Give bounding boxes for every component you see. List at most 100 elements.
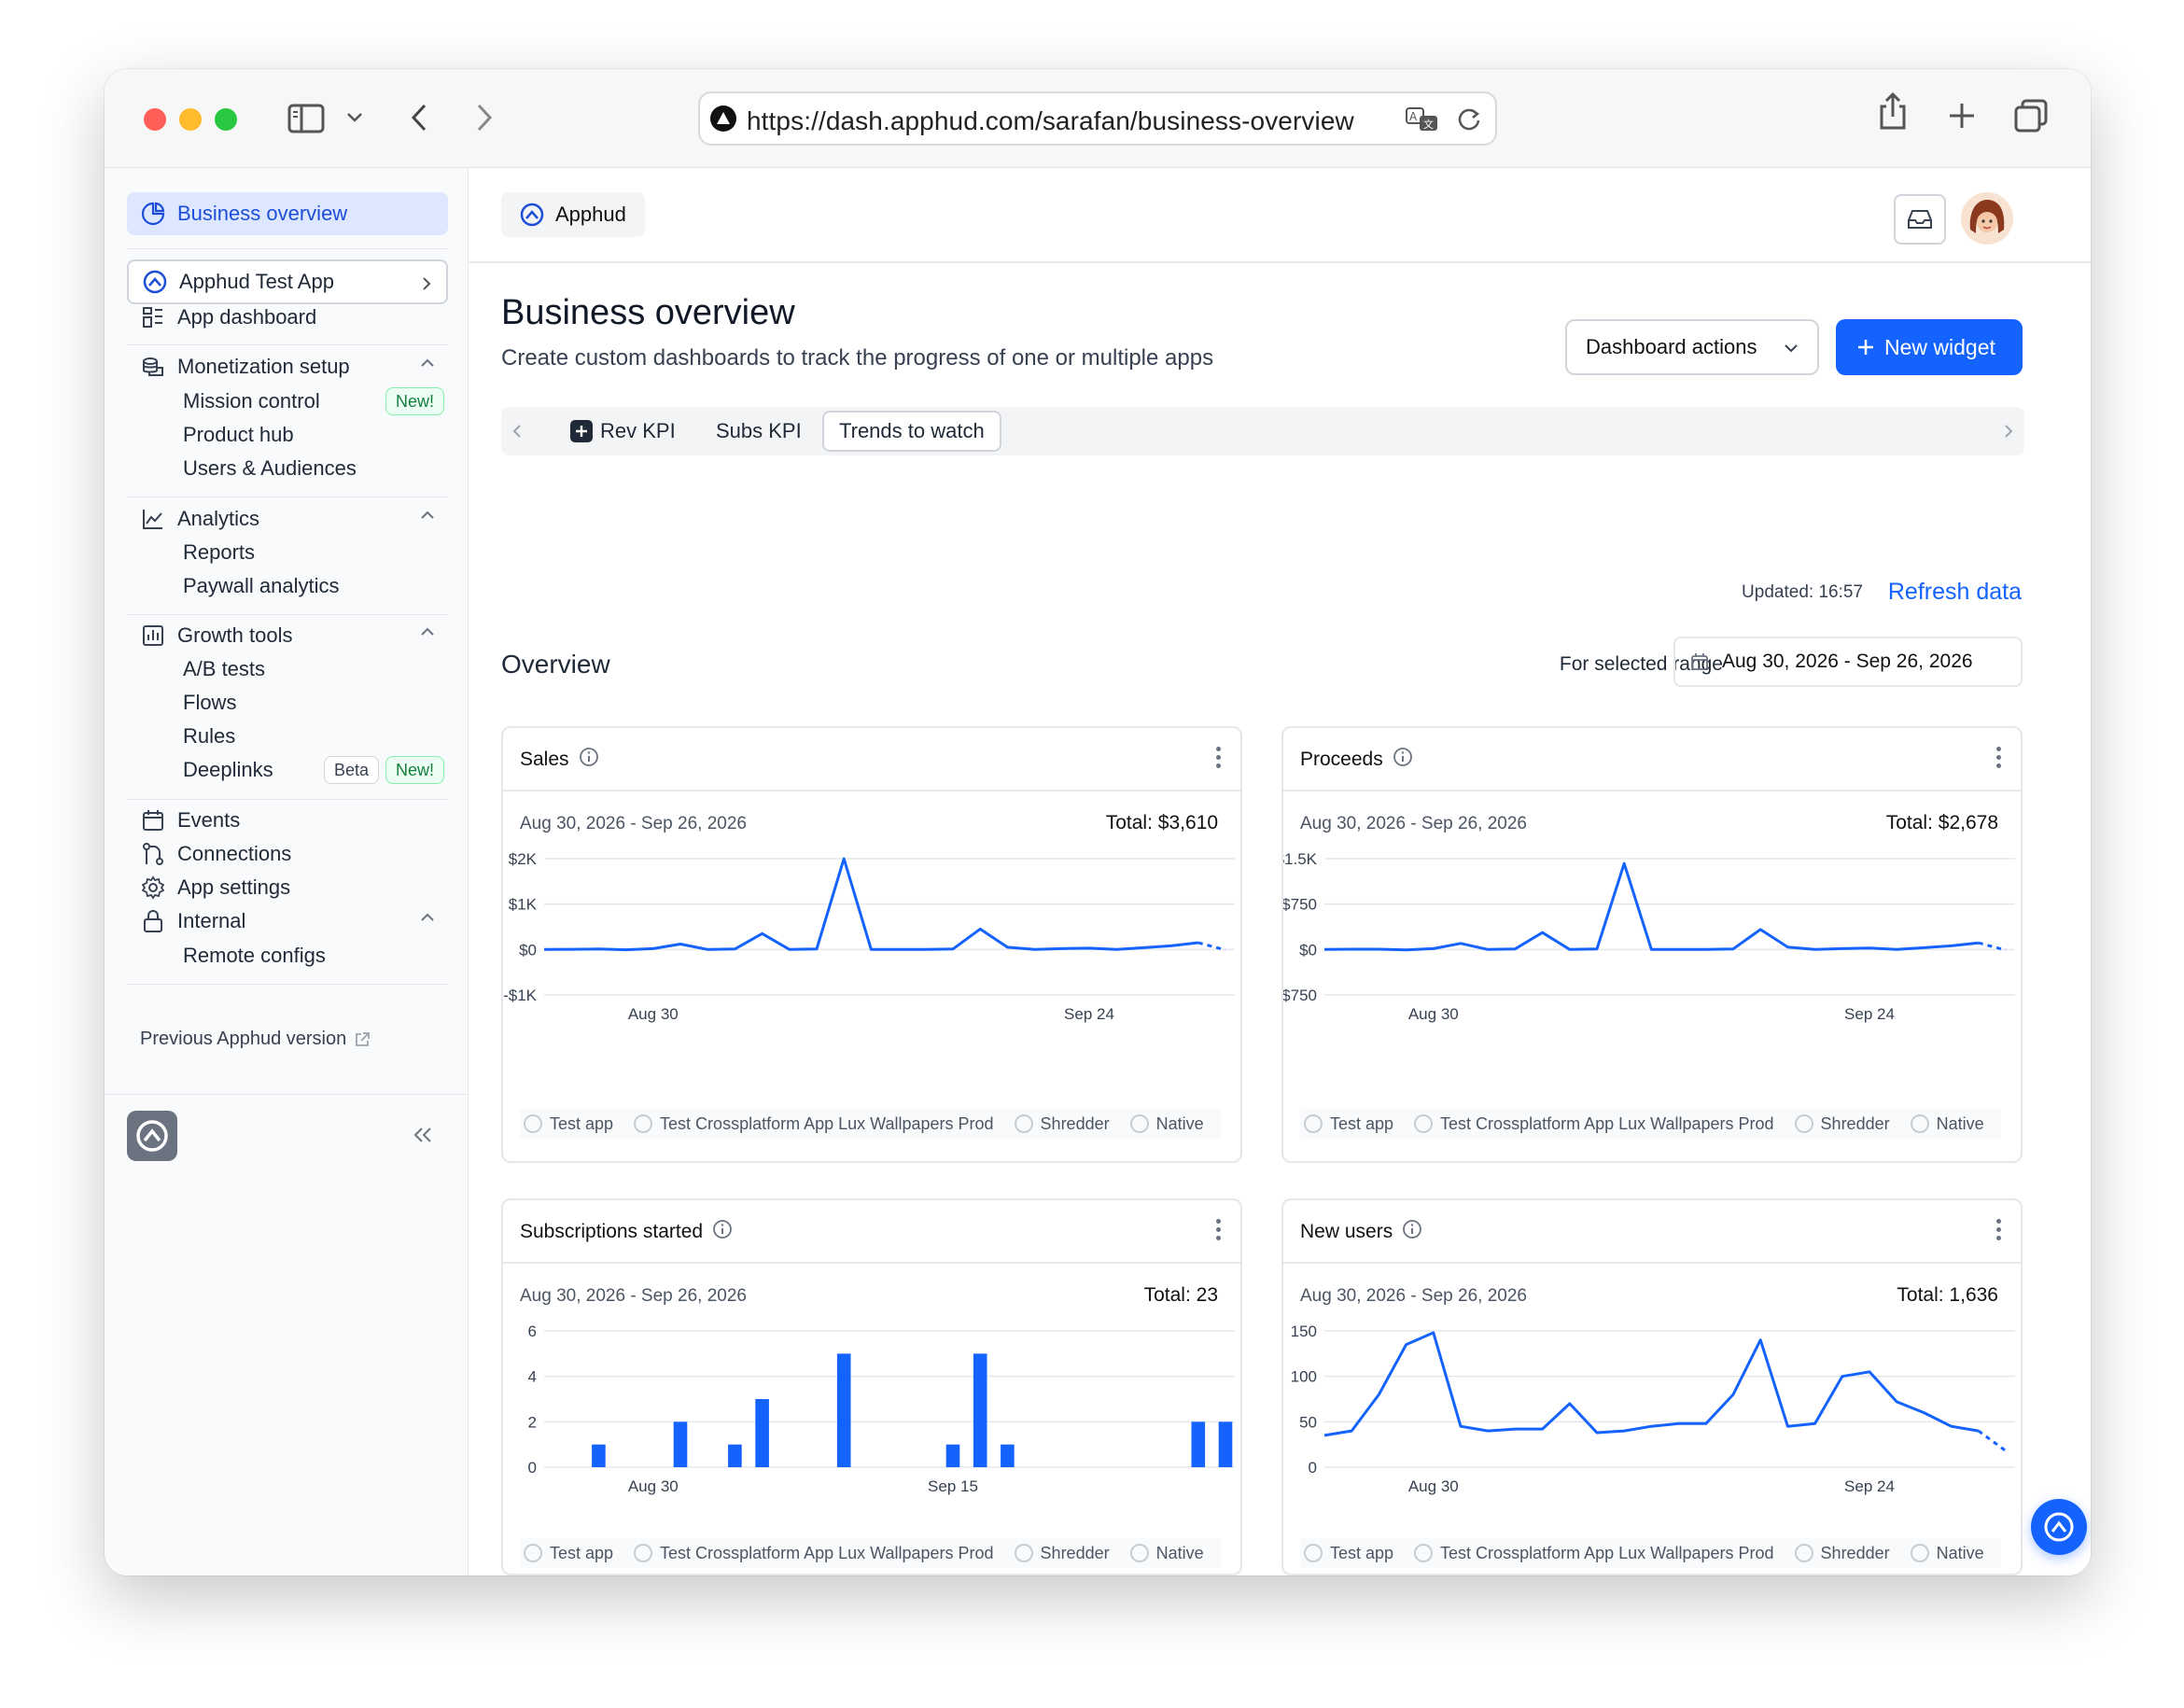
legend-item[interactable]: Shredder <box>1791 1544 1890 1563</box>
overview-title: Overview <box>501 650 610 679</box>
new-widget-button[interactable]: New widget <box>1836 319 2023 375</box>
inbox-button[interactable] <box>1894 194 1946 245</box>
sidebar-item-rules[interactable]: Rules <box>183 718 235 755</box>
chevron-down-icon[interactable] <box>343 106 366 129</box>
sidebar-item-deeplinks[interactable]: Deeplinks Beta New! <box>183 751 444 789</box>
new-tab-icon[interactable] <box>1945 99 1979 133</box>
support-chat-button[interactable] <box>2031 1499 2087 1555</box>
legend-checkbox[interactable] <box>1910 1544 1929 1562</box>
legend-item[interactable]: Test app <box>520 1114 613 1134</box>
legend-item[interactable]: Native <box>1127 1114 1204 1134</box>
dashboard-actions-button[interactable]: Dashboard actions <box>1565 319 1819 375</box>
previous-version-link[interactable]: Previous Apphud version <box>140 1029 371 1050</box>
legend-checkbox[interactable] <box>1014 1114 1033 1133</box>
legend-checkbox[interactable] <box>1794 1544 1813 1562</box>
tab-subs-kpi[interactable]: Subs KPI <box>701 411 817 452</box>
legend-item[interactable]: Shredder <box>1791 1114 1890 1134</box>
tab-rev-kpi[interactable]: Rev KPI <box>555 411 691 452</box>
chevron-up-icon[interactable] <box>420 627 435 637</box>
chevron-up-icon[interactable] <box>420 511 435 520</box>
legend-checkbox[interactable] <box>1014 1544 1033 1562</box>
sidebar-item-mission-control[interactable]: Mission control New! <box>183 383 444 420</box>
chevron-left-icon[interactable] <box>512 424 522 439</box>
more-options-icon[interactable] <box>1996 1219 2002 1244</box>
subscriptions-chart: 6 4 2 0 Aug 30 Sep 15 <box>528 1323 1235 1495</box>
line-chart-icon <box>140 506 166 532</box>
legend-checkbox[interactable] <box>1414 1114 1434 1133</box>
legend-item[interactable]: Test app <box>520 1544 613 1563</box>
legend-item[interactable]: Test app <box>1300 1114 1393 1134</box>
legend-checkbox[interactable] <box>1794 1114 1813 1133</box>
chevron-up-icon[interactable] <box>420 358 435 368</box>
address-bar[interactable]: https://dash.apphud.com/sarafan/business… <box>698 91 1497 146</box>
apphud-logo[interactable] <box>127 1111 177 1161</box>
info-icon[interactable] <box>1402 1219 1422 1245</box>
legend-item[interactable]: Test Crossplatform App Lux Wallpapers Pr… <box>630 1114 994 1134</box>
legend-checkbox[interactable] <box>1910 1114 1929 1133</box>
reload-icon[interactable] <box>1456 106 1482 133</box>
more-options-icon[interactable] <box>1216 1219 1222 1244</box>
zoom-window-button[interactable] <box>215 108 237 131</box>
sidebar-toggle-icon[interactable] <box>286 101 327 136</box>
more-options-icon[interactable] <box>1216 747 1222 772</box>
info-icon[interactable] <box>712 1219 733 1245</box>
chevron-right-icon[interactable] <box>2004 424 2013 439</box>
legend-checkbox[interactable] <box>1304 1114 1323 1133</box>
y-tick-label: 150 <box>1291 1323 1317 1340</box>
app-switcher[interactable]: Apphud <box>501 192 645 237</box>
legend-item[interactable]: Shredder <box>1011 1114 1110 1134</box>
divider <box>105 1094 469 1095</box>
sidebar-item-app-dashboard-row[interactable]: App dashboard <box>127 296 448 339</box>
forward-icon[interactable] <box>470 99 498 136</box>
svg-text:A: A <box>1409 110 1418 123</box>
tab-overview-icon[interactable] <box>2012 97 2050 134</box>
avatar[interactable] <box>1961 192 2013 245</box>
minimize-window-button[interactable] <box>179 108 202 131</box>
date-range-picker[interactable]: Aug 30, 2026 - Sep 26, 2026 <box>1673 637 2023 687</box>
chevron-up-icon[interactable] <box>420 913 435 922</box>
legend-checkbox[interactable] <box>1414 1544 1434 1562</box>
translate-icon[interactable]: A文 <box>1406 106 1439 133</box>
info-icon[interactable] <box>579 747 599 773</box>
collapse-sidebar-icon[interactable] <box>413 1126 435 1148</box>
y-tick-label: 50 <box>1299 1413 1317 1431</box>
legend-item[interactable]: Native <box>1127 1544 1204 1563</box>
sidebar-item-paywall-analytics[interactable]: Paywall analytics <box>183 567 340 605</box>
legend-item[interactable]: Shredder <box>1011 1544 1110 1563</box>
legend-checkbox[interactable] <box>524 1544 542 1562</box>
legend-checkbox[interactable] <box>1129 1544 1149 1562</box>
sidebar-item-remote-configs[interactable]: Remote configs <box>183 937 326 974</box>
legend-label: Native <box>1936 1113 1984 1133</box>
legend-checkbox[interactable] <box>1129 1114 1149 1133</box>
sidebar-item-reports[interactable]: Reports <box>183 534 255 571</box>
sidebar-item-users-audiences[interactable]: Users & Audiences <box>183 450 357 487</box>
legend-item[interactable]: Test Crossplatform App Lux Wallpapers Pr… <box>1410 1114 1774 1134</box>
sidebar-item-business-overview[interactable]: Business overview <box>127 192 448 235</box>
svg-text:文: 文 <box>1423 118 1434 131</box>
legend-item[interactable]: Native <box>1907 1114 1984 1134</box>
legend-item[interactable]: Test Crossplatform App Lux Wallpapers Pr… <box>630 1544 994 1563</box>
legend-checkbox[interactable] <box>634 1114 653 1133</box>
close-window-button[interactable] <box>144 108 166 131</box>
legend-checkbox[interactable] <box>634 1544 653 1562</box>
sidebar-item-label: Events <box>177 808 241 832</box>
x-tick-label: Sep 24 <box>1064 1005 1114 1023</box>
tab-trends-to-watch[interactable]: Trends to watch <box>822 411 1001 452</box>
previous-version-label: Previous Apphud version <box>140 1029 347 1049</box>
legend-item[interactable]: Test app <box>1300 1544 1393 1563</box>
back-icon[interactable] <box>405 99 433 136</box>
sidebar-item-product-hub[interactable]: Product hub <box>183 416 294 454</box>
more-options-icon[interactable] <box>1996 747 2002 772</box>
legend-item[interactable]: Native <box>1907 1544 1984 1563</box>
sidebar-item-ab-tests[interactable]: A/B tests <box>183 651 265 688</box>
share-icon[interactable] <box>1874 88 1911 134</box>
legend-item[interactable]: Test Crossplatform App Lux Wallpapers Pr… <box>1410 1544 1774 1563</box>
sidebar-item-flows[interactable]: Flows <box>183 684 236 721</box>
sidebar-section-growth[interactable]: Growth tools <box>127 614 448 657</box>
sidebar-section-analytics[interactable]: Analytics <box>127 497 448 540</box>
y-tick-label: 0 <box>528 1459 537 1477</box>
legend-checkbox[interactable] <box>1304 1544 1323 1562</box>
refresh-data-link[interactable]: Refresh data <box>1888 579 2022 606</box>
legend-checkbox[interactable] <box>524 1114 542 1133</box>
info-icon[interactable] <box>1393 747 1413 773</box>
